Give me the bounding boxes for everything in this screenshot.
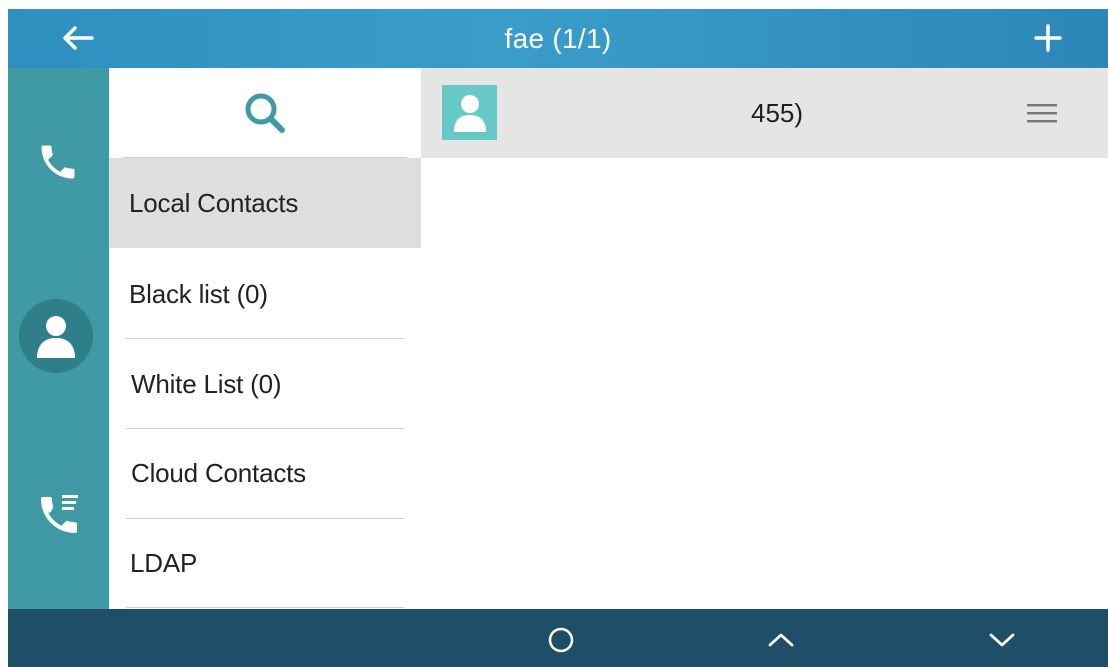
category-label: White List (0): [131, 368, 282, 399]
left-rail: [8, 68, 109, 609]
category-label: Local Contacts: [129, 187, 299, 218]
add-contact-button[interactable]: [1030, 20, 1066, 56]
rail-item-call-history[interactable]: [34, 490, 84, 540]
plus-icon: [1034, 24, 1062, 52]
softkey-ok[interactable]: [531, 620, 591, 660]
softkey-up[interactable]: [751, 620, 811, 660]
category-label: Black list (0): [129, 278, 268, 309]
top-bar: fae (1/1): [8, 9, 1108, 68]
person-avatar-icon: [442, 85, 497, 140]
category-white-list[interactable]: White List (0): [109, 339, 421, 429]
phone-icon: [41, 145, 75, 179]
rail-item-contacts[interactable]: [19, 299, 93, 373]
rail-item-dialer[interactable]: [34, 138, 82, 186]
search-icon: [245, 93, 285, 133]
divider: [126, 607, 404, 608]
category-black-list[interactable]: Black list (0): [109, 249, 421, 339]
category-ldap[interactable]: LDAP: [109, 518, 421, 608]
softkey-bar: [8, 609, 1108, 667]
chevron-up-icon: [768, 633, 794, 647]
contact-list-item[interactable]: 455): [421, 68, 1108, 158]
contact-list-panel: 455): [421, 68, 1108, 609]
circle-icon: [548, 627, 574, 653]
category-panel: Local Contacts Black list (0) White List…: [109, 68, 422, 609]
contact-menu-button[interactable]: [1024, 95, 1060, 131]
category-label: Cloud Contacts: [131, 457, 306, 488]
search-button[interactable]: [109, 68, 421, 158]
category-local-contacts[interactable]: Local Contacts: [109, 158, 421, 248]
softkey-down[interactable]: [972, 620, 1032, 660]
call-history-icon: [41, 495, 78, 533]
chevron-down-icon: [989, 633, 1015, 647]
category-cloud-contacts[interactable]: Cloud Contacts: [109, 428, 421, 518]
contact-number: 455): [751, 97, 804, 128]
hamburger-menu-icon: [1027, 104, 1057, 123]
page-title: fae (1/1): [504, 22, 612, 54]
category-label: LDAP: [130, 547, 198, 578]
contacts-icon: [37, 316, 75, 358]
